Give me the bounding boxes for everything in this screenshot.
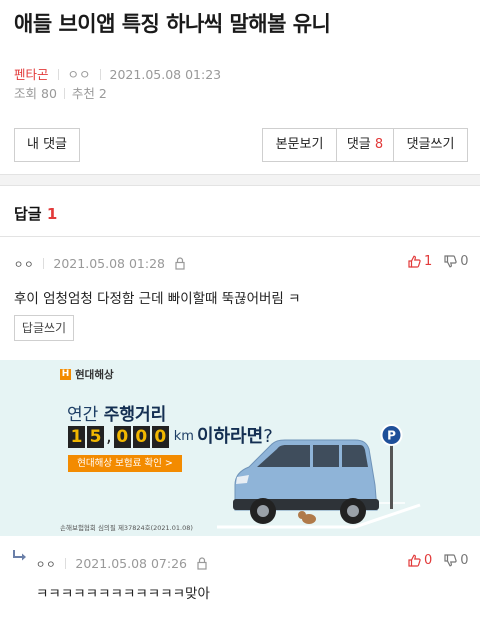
comments-count: 8 — [374, 137, 384, 152]
meta-separator — [57, 69, 59, 80]
post-author[interactable]: ㅇㅇ — [68, 67, 91, 82]
upvote-button[interactable]: 1 — [408, 254, 432, 269]
post-title: 애들 브이앱 특징 하나씩 말해볼 유니 — [14, 12, 331, 36]
parking-sign-letter: P — [387, 429, 396, 443]
comment-author[interactable]: ㅇㅇ — [36, 556, 56, 571]
comment-datetime: 2021.05.08 07:26 — [75, 556, 187, 571]
comment-text: 후이 엄청엄청 다정함 근데 빠이할때 뚝끊어버림 ㅋ — [14, 291, 301, 307]
thumbs-down-icon — [444, 255, 457, 268]
downvote-count: 0 — [460, 553, 469, 568]
post-stats: 조회 80 추천 2 — [14, 83, 107, 102]
post-category[interactable]: 펜타곤 — [14, 67, 49, 82]
post-datetime: 2021.05.08 01:23 — [109, 67, 222, 82]
comments-button[interactable]: 댓글 8 — [337, 129, 394, 161]
ad-digit: 5 — [87, 426, 104, 448]
comment-votes: 1 0 — [408, 254, 469, 269]
thumbs-down-icon — [444, 554, 457, 567]
ad-headline-bold: 주행거리 — [103, 405, 167, 425]
thumbs-up-icon — [408, 554, 421, 567]
comment-author[interactable]: ㅇㅇ — [14, 256, 34, 271]
comment-toolbar: 본문보기 댓글 8 댓글쓰기 — [262, 128, 468, 162]
ad-comma: , — [106, 426, 112, 447]
write-reply-button[interactable]: 답글쓰기 — [14, 315, 74, 341]
ad-digit: 1 — [68, 426, 85, 448]
ad-brand-name: 현대해상 — [75, 369, 114, 381]
lock-icon — [197, 557, 207, 570]
meta-separator — [99, 69, 101, 80]
downvote-count: 0 — [460, 254, 469, 269]
view-body-button[interactable]: 본문보기 — [263, 129, 337, 161]
hyundai-logo-icon: H — [60, 369, 71, 380]
replies-heading: 답글 1 — [14, 203, 57, 224]
comment-votes: 0 0 — [408, 553, 469, 568]
ad-headline-prefix: 연간 — [67, 405, 99, 425]
lock-icon — [175, 257, 185, 270]
ad-cta-button[interactable]: 현대해상 보험료 확인 > — [68, 455, 182, 472]
views-count: 80 — [41, 86, 57, 101]
downvote-button[interactable]: 0 — [444, 254, 469, 269]
downvote-button[interactable]: 0 — [444, 553, 469, 568]
ad-digit: 0 — [132, 426, 150, 448]
section-divider — [0, 174, 480, 186]
ad-digit: 0 — [113, 426, 131, 448]
meta-separator — [65, 558, 67, 569]
replies-label: 답글 — [14, 205, 42, 223]
divider — [0, 236, 480, 237]
meta-separator — [43, 258, 45, 269]
ad-headline: 연간 주행거리 — [67, 400, 166, 425]
my-comments-button[interactable]: 내 댓글 — [14, 128, 80, 162]
ad-digit: 0 — [151, 426, 169, 448]
post-meta: 펜타곤 ㅇㅇ 2021.05.08 01:23 — [14, 64, 221, 83]
comment-datetime: 2021.05.08 01:28 — [53, 256, 165, 271]
upvote-button[interactable]: 0 — [408, 553, 432, 568]
comment-meta: ㅇㅇ 2021.05.08 07:26 — [36, 556, 207, 571]
thumbs-up-icon — [408, 255, 421, 268]
car-illustration: P — [217, 424, 421, 529]
upvote-count: 1 — [424, 254, 433, 269]
reply-arrow-icon — [13, 550, 26, 561]
ad-banner[interactable]: H 현대해상 연간 주행거리 1 5 , 0 0 0 km 이하라면? 현대해상 … — [0, 360, 480, 536]
comment-text: ㅋㅋㅋㅋㅋㅋㅋㅋㅋㅋㅋㅋ맞아 — [36, 586, 210, 602]
comments-label: 댓글 — [346, 137, 371, 152]
recommend-count: 2 — [98, 86, 107, 101]
ad-brand-logo: H 현대해상 — [60, 367, 114, 382]
write-comment-button[interactable]: 댓글쓰기 — [394, 129, 467, 161]
ad-disclaimer: 손해보험협회 심의필 제37824호(2021.01.08) — [60, 524, 193, 532]
ad-unit: km — [173, 429, 194, 444]
upvote-count: 0 — [424, 553, 433, 568]
recommend-label: 추천 — [71, 86, 95, 101]
meta-separator — [63, 88, 65, 99]
comment-meta: ㅇㅇ 2021.05.08 01:28 — [14, 256, 185, 271]
views-label: 조회 — [14, 86, 38, 101]
replies-count: 1 — [46, 205, 58, 223]
